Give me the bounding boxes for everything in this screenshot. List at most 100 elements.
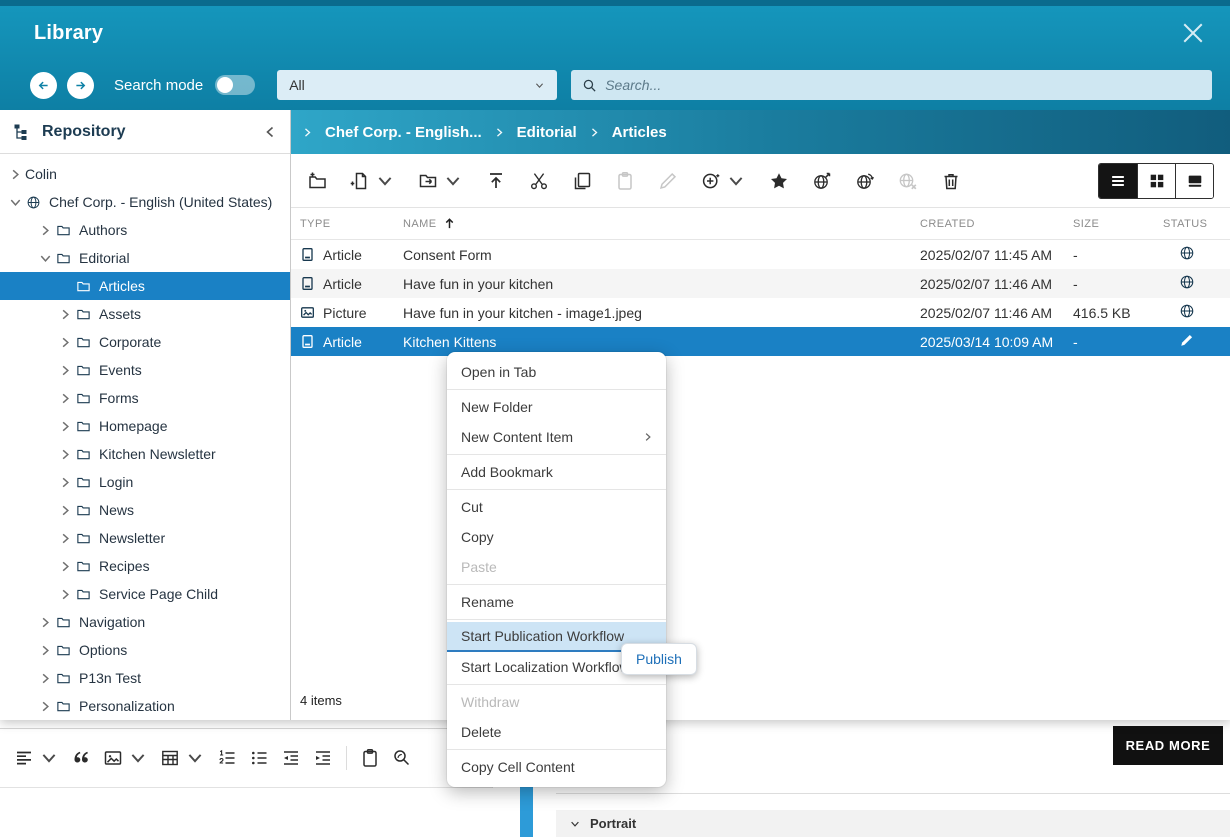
- chevron-down-icon[interactable]: [38, 251, 53, 266]
- chevron-down-icon[interactable]: [8, 195, 23, 210]
- chevron-right-icon[interactable]: [8, 167, 23, 182]
- tree-item-forms[interactable]: Forms: [0, 384, 290, 412]
- upload-button[interactable]: [486, 171, 506, 191]
- tree-item-personalization[interactable]: Personalization: [0, 692, 290, 720]
- chevron-right-icon[interactable]: [38, 223, 53, 238]
- tree-item-editorial[interactable]: Editorial: [0, 244, 290, 272]
- chevron-right-icon[interactable]: [58, 475, 73, 490]
- read-more-button[interactable]: READ MORE: [1113, 726, 1223, 765]
- menu-item-new-content-item[interactable]: New Content Item: [447, 422, 666, 452]
- chevron-right-icon[interactable]: [58, 559, 73, 574]
- chevron-right-icon[interactable]: [38, 643, 53, 658]
- chevron-down-icon[interactable]: [375, 171, 395, 191]
- table-row-kitchen-kittens[interactable]: ArticleKitchen Kittens2025/03/14 10:09 A…: [291, 327, 1230, 356]
- menu-item-copy[interactable]: Copy: [447, 522, 666, 552]
- forward-button[interactable]: [67, 72, 94, 99]
- portrait-accordion[interactable]: Portrait: [556, 810, 1230, 837]
- blockquote-button[interactable]: [65, 743, 97, 773]
- chevron-down-icon[interactable]: [443, 171, 463, 191]
- breadcrumb-item-chef-corp-english[interactable]: Chef Corp. - English...: [325, 124, 482, 141]
- column-header-created[interactable]: CREATED: [920, 218, 1073, 230]
- cut-button[interactable]: [529, 171, 549, 191]
- search-mode-toggle[interactable]: [215, 75, 255, 95]
- insert-image-button[interactable]: [97, 743, 154, 773]
- tree-item-colin[interactable]: Colin: [0, 160, 290, 188]
- table-row-consent-form[interactable]: ArticleConsent Form2025/02/07 11:45 AM-: [291, 240, 1230, 269]
- tree-item-authors[interactable]: Authors: [0, 216, 290, 244]
- tree-item-service-page-child[interactable]: Service Page Child: [0, 580, 290, 608]
- new-folder-button[interactable]: [307, 171, 327, 191]
- publish-button[interactable]: Publish: [621, 643, 697, 675]
- column-header-status[interactable]: STATUS: [1163, 218, 1230, 230]
- back-button[interactable]: [30, 72, 57, 99]
- menu-item-rename[interactable]: Rename: [447, 587, 666, 617]
- search-field[interactable]: [571, 70, 1212, 100]
- delete-button[interactable]: [941, 171, 961, 191]
- bullet-list-button[interactable]: [243, 743, 275, 773]
- chevron-right-icon[interactable]: [58, 503, 73, 518]
- chevron-right-icon[interactable]: [58, 531, 73, 546]
- menu-item-delete[interactable]: Delete: [447, 717, 666, 747]
- grid-view-button[interactable]: [1137, 164, 1175, 198]
- chevron-right-icon[interactable]: [58, 587, 73, 602]
- chevron-down-icon[interactable]: [185, 748, 205, 768]
- chevron-down-icon[interactable]: [726, 171, 746, 191]
- chevron-right-icon[interactable]: [58, 391, 73, 406]
- publish-scheduled-button[interactable]: [855, 171, 875, 191]
- tree-item-articles[interactable]: Articles: [0, 272, 290, 300]
- tree-item-login[interactable]: Login: [0, 468, 290, 496]
- menu-item-cut[interactable]: Cut: [447, 492, 666, 522]
- publish-button[interactable]: [812, 171, 832, 191]
- list-view-button[interactable]: [1099, 164, 1137, 198]
- paste-button[interactable]: [354, 743, 386, 773]
- tree-item-kitchen-newsletter[interactable]: Kitchen Newsletter: [0, 440, 290, 468]
- menu-item-open-in-tab[interactable]: Open in Tab: [447, 357, 666, 387]
- tree-item-homepage[interactable]: Homepage: [0, 412, 290, 440]
- menu-item-copy-cell-content[interactable]: Copy Cell Content: [447, 752, 666, 782]
- table-row-have-fun-in-your-kitchen-image1-jpeg[interactable]: PictureHave fun in your kitchen - image1…: [291, 298, 1230, 327]
- column-header-name[interactable]: NAME: [403, 217, 920, 230]
- chevron-right-icon[interactable]: [38, 615, 53, 630]
- align-left-button[interactable]: [8, 743, 65, 773]
- tree-item-corporate[interactable]: Corporate: [0, 328, 290, 356]
- tree-item-recipes[interactable]: Recipes: [0, 552, 290, 580]
- tree-item-chef-corp-english-united-states[interactable]: Chef Corp. - English (United States): [0, 188, 290, 216]
- tree-item-newsletter[interactable]: Newsletter: [0, 524, 290, 552]
- sort-ascending-icon[interactable]: [443, 217, 456, 230]
- tree-item-options[interactable]: Options: [0, 636, 290, 664]
- breadcrumb-item-articles[interactable]: Articles: [612, 124, 667, 141]
- menu-item-new-folder[interactable]: New Folder: [447, 392, 666, 422]
- chevron-right-icon[interactable]: [58, 335, 73, 350]
- chevron-down-icon[interactable]: [39, 748, 59, 768]
- chevron-right-icon[interactable]: [58, 363, 73, 378]
- column-header-size[interactable]: SIZE: [1073, 218, 1163, 230]
- menu-item-add-bookmark[interactable]: Add Bookmark: [447, 457, 666, 487]
- chevron-down-icon[interactable]: [128, 748, 148, 768]
- bookmark-button[interactable]: [769, 171, 789, 191]
- outdent-button[interactable]: [275, 743, 307, 773]
- chevron-right-icon[interactable]: [38, 699, 53, 714]
- move-item-button[interactable]: [418, 171, 463, 191]
- close-button[interactable]: [1178, 18, 1208, 48]
- collapse-panel-button[interactable]: [262, 124, 278, 140]
- insert-table-button[interactable]: [154, 743, 211, 773]
- chevron-right-icon[interactable]: [38, 671, 53, 686]
- tree-item-news[interactable]: News: [0, 496, 290, 524]
- tree-item-navigation[interactable]: Navigation: [0, 608, 290, 636]
- tree-item-assets[interactable]: Assets: [0, 300, 290, 328]
- chevron-right-icon[interactable]: [58, 419, 73, 434]
- tree-item-p13n-test[interactable]: P13n Test: [0, 664, 290, 692]
- filter-dropdown[interactable]: All: [277, 70, 557, 100]
- new-content-item-button[interactable]: [350, 171, 395, 191]
- chevron-right-icon[interactable]: [58, 307, 73, 322]
- column-header-type[interactable]: TYPE: [300, 218, 403, 230]
- add-to-button[interactable]: [701, 171, 746, 191]
- card-view-button[interactable]: [1175, 164, 1213, 198]
- tree-item-events[interactable]: Events: [0, 356, 290, 384]
- copy-button[interactable]: [572, 171, 592, 191]
- find-replace-button[interactable]: [386, 743, 418, 773]
- chevron-right-icon[interactable]: [58, 447, 73, 462]
- table-row-have-fun-in-your-kitchen[interactable]: ArticleHave fun in your kitchen2025/02/0…: [291, 269, 1230, 298]
- numbered-list-button[interactable]: [211, 743, 243, 773]
- search-input[interactable]: [605, 77, 1201, 93]
